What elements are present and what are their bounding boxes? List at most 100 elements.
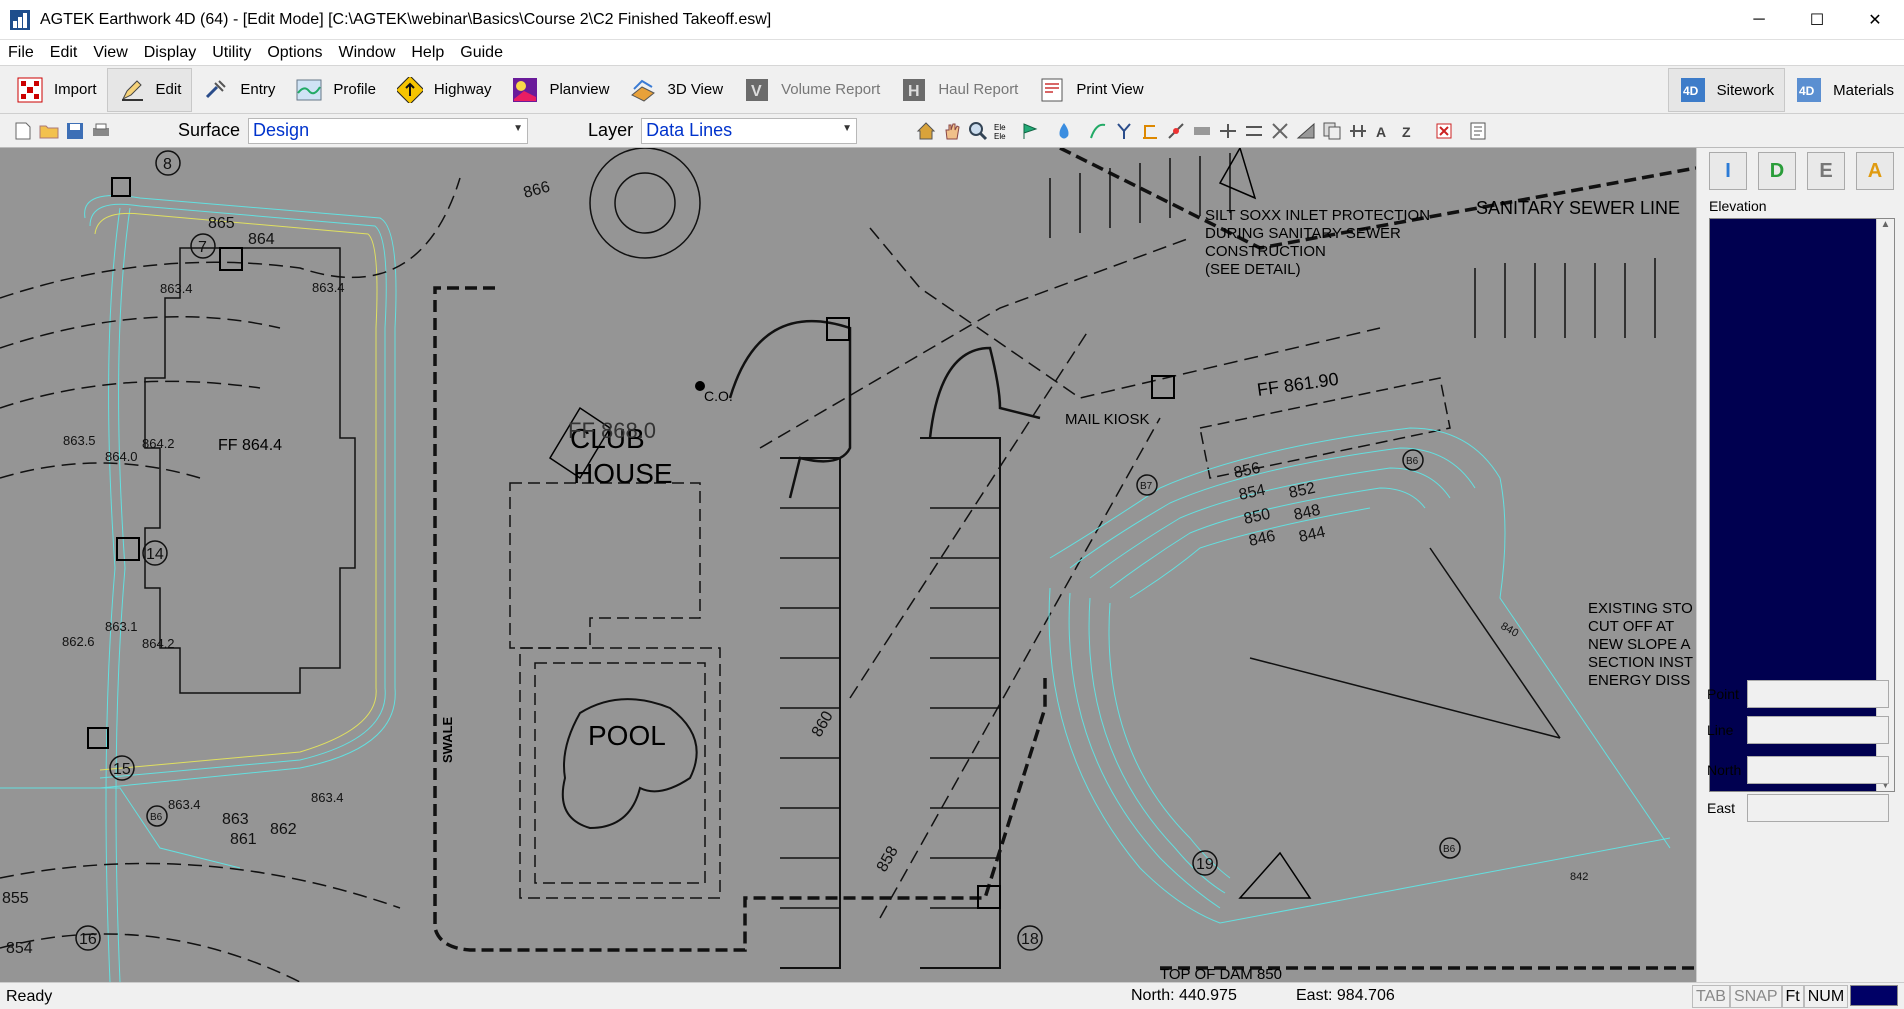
svg-text:Ele: Ele (994, 123, 1006, 132)
menu-display[interactable]: Display (136, 40, 204, 66)
import-label: Import (54, 81, 97, 98)
menu-utility[interactable]: Utility (204, 40, 259, 66)
east-field[interactable] (1747, 794, 1889, 822)
trim-icon[interactable] (1217, 120, 1239, 142)
report-icon[interactable] (1467, 120, 1489, 142)
bubble-label: B6 (150, 812, 163, 823)
print-view-button[interactable]: Print View (1028, 68, 1153, 112)
svg-text:Ele: Ele (994, 132, 1006, 141)
sitework-button[interactable]: 4D Sitework (1667, 68, 1786, 112)
new-file-icon[interactable] (12, 120, 34, 142)
layer-select[interactable]: Data Lines ▼ (641, 117, 858, 144)
3d-view-button[interactable]: 3D View (619, 68, 733, 112)
silt-note-2: DURING SANITARY SEWER (1205, 225, 1401, 242)
svg-text:V: V (751, 83, 762, 100)
contour-label: 855 (2, 890, 29, 907)
volume-report-button[interactable]: V Volume Report (733, 68, 890, 112)
profile-icon (295, 76, 323, 104)
pan-hand-icon[interactable] (941, 120, 963, 142)
open-folder-icon[interactable] (38, 120, 60, 142)
close-button[interactable]: ✕ (1846, 0, 1904, 40)
copy-icon[interactable] (1321, 120, 1343, 142)
status-bar: Ready North: 440.975 East: 984.706 TAB S… (0, 982, 1904, 1009)
line-field[interactable] (1747, 716, 1889, 744)
level-icon[interactable] (1347, 120, 1369, 142)
svg-text:H: H (908, 83, 920, 100)
contour-label: 846 (1247, 528, 1277, 550)
home-icon[interactable] (915, 120, 937, 142)
slope-icon[interactable] (1295, 120, 1317, 142)
elevation-a-icon[interactable]: A (1373, 120, 1395, 142)
north-field[interactable] (1747, 756, 1889, 784)
maximize-button[interactable]: ☐ (1788, 0, 1846, 40)
flag-icon[interactable] (1019, 120, 1041, 142)
east-readout: East (1705, 794, 1901, 822)
menu-edit[interactable]: Edit (42, 40, 86, 66)
menu-guide[interactable]: Guide (452, 40, 511, 66)
status-north: North: 440.975 (1131, 987, 1237, 1004)
zoom-icon[interactable] (967, 120, 989, 142)
east-label: East (1707, 800, 1736, 816)
info-button[interactable]: I (1709, 152, 1747, 190)
split-icon[interactable] (1269, 120, 1291, 142)
elevation-z-icon[interactable]: Z (1399, 120, 1421, 142)
contour-label: 848 (1292, 502, 1322, 524)
svg-text:4D: 4D (1683, 84, 1699, 98)
profile-button[interactable]: Profile (285, 68, 386, 112)
point-field[interactable] (1747, 680, 1889, 708)
join-icon[interactable] (1191, 120, 1213, 142)
elevation-label: Elevation (1709, 198, 1767, 214)
elevation-button[interactable]: E (1807, 152, 1845, 190)
surface-select[interactable]: Design ▼ (248, 117, 529, 144)
import-button[interactable]: Import (6, 68, 107, 112)
tab-indicator[interactable]: TAB (1692, 985, 1730, 1008)
materials-button[interactable]: 4D Materials (1785, 68, 1904, 112)
menu-file[interactable]: File (0, 40, 42, 66)
highway-button[interactable]: Highway (386, 68, 502, 112)
sitework-icon: 4D (1679, 76, 1707, 104)
contour-label: 858 (874, 843, 902, 875)
menu-options[interactable]: Options (259, 40, 330, 66)
mode-toolbar: Import Edit Entry Profile Highway Planvi… (0, 66, 1904, 114)
menu-view[interactable]: View (85, 40, 135, 66)
edit-label: Edit (155, 81, 182, 98)
delete-icon[interactable] (1433, 120, 1455, 142)
menu-window[interactable]: Window (330, 40, 403, 66)
menu-help[interactable]: Help (403, 40, 452, 66)
curve-icon[interactable] (1087, 120, 1109, 142)
entry-button[interactable]: Entry (192, 68, 285, 112)
entry-label: Entry (240, 81, 276, 98)
existing-note-3: NEW SLOPE A (1588, 636, 1691, 653)
cleanout-label: C.O. (704, 388, 733, 404)
spot-elevation: 863.4 (312, 280, 345, 295)
snap-indicator[interactable]: SNAP (1729, 985, 1782, 1008)
edit-button[interactable]: Edit (106, 67, 193, 112)
existing-note-4: SECTION INST (1588, 654, 1693, 671)
layer-value: Data Lines (646, 120, 733, 140)
minimize-button[interactable]: ─ (1730, 0, 1788, 40)
water-drop-icon[interactable] (1053, 120, 1075, 142)
planview-button[interactable]: Planview (501, 68, 619, 112)
attribute-button[interactable]: A (1856, 152, 1894, 190)
print-icon[interactable] (90, 120, 112, 142)
contour-label: 860 (809, 708, 837, 740)
offset-icon[interactable] (1139, 120, 1161, 142)
contour-label: 864 (248, 231, 275, 248)
data-button[interactable]: D (1758, 152, 1796, 190)
cut-line-icon[interactable] (1165, 120, 1187, 142)
3d-view-icon (629, 76, 657, 104)
spot-elevation: 863.5 (63, 433, 96, 448)
select-elevation-icon[interactable]: Ele Ele (993, 120, 1015, 142)
branch-icon[interactable] (1113, 120, 1135, 142)
color-indicator (1850, 985, 1899, 1006)
bubble-label: B6 (1443, 844, 1456, 855)
chevron-up-icon[interactable]: ▲ (1877, 219, 1894, 230)
extend-icon[interactable] (1243, 120, 1265, 142)
units-indicator[interactable]: Ft (1781, 985, 1804, 1008)
ff-left-label: FF 864.4 (218, 437, 282, 454)
haul-report-button[interactable]: H Haul Report (890, 68, 1028, 112)
save-icon[interactable] (64, 120, 86, 142)
drawing-canvas[interactable]: 8 7 14 15 16 18 19 B6 B7 B6 B6 CLUB HOUS… (0, 148, 1696, 982)
layer-label: Layer (588, 120, 634, 140)
spot-elevation: 862.6 (62, 634, 95, 649)
